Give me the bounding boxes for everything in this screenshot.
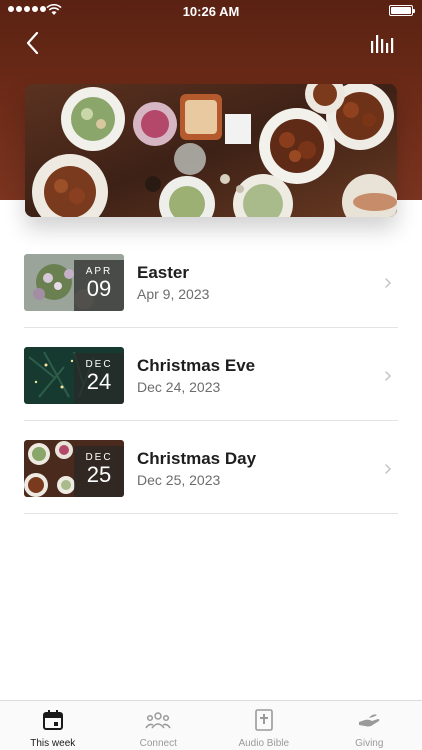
back-chevron-icon[interactable]	[22, 30, 46, 56]
date-badge: APR 09	[74, 260, 124, 311]
status-time: 10:26 AM	[182, 4, 240, 19]
chevron-right-icon	[385, 464, 392, 474]
tab-connect[interactable]: Connect	[106, 701, 212, 750]
people-icon	[145, 712, 171, 729]
bar-chart-icon[interactable]	[370, 32, 396, 54]
event-title: Easter	[137, 263, 189, 282]
tab-label: Audio Bible	[238, 738, 290, 749]
tab-bar: This week Connect Audio Bible Giving	[0, 700, 422, 750]
event-row-christmas-eve[interactable]: DEC 24 Christmas Eve Dec 24, 2023	[24, 328, 398, 421]
calendar-icon	[42, 710, 63, 730]
tab-label: This week	[30, 738, 76, 749]
giving-hand-icon	[359, 714, 380, 727]
event-row-christmas-day[interactable]: DEC 25 Christmas Day Dec 25, 2023	[24, 421, 398, 514]
badge-day: 09	[86, 276, 112, 301]
battery-icon	[389, 5, 415, 16]
event-date: Dec 24, 2023	[137, 379, 221, 395]
tab-this-week[interactable]: This week	[0, 701, 106, 750]
chevron-right-icon	[385, 278, 392, 288]
status-bar: 10:26 AM	[0, 0, 422, 22]
tab-label: Connect	[139, 738, 177, 749]
event-thumbnail: DEC 24	[24, 347, 124, 404]
date-badge: DEC 25	[74, 446, 124, 497]
event-row-easter[interactable]: APR 09 Easter Apr 9, 2023	[24, 235, 398, 328]
tab-giving[interactable]: Giving	[317, 701, 422, 750]
date-badge: DEC 24	[74, 353, 124, 404]
bible-icon	[254, 709, 273, 731]
hero-image	[25, 84, 397, 217]
badge-day: 25	[86, 462, 112, 487]
event-list: APR 09 Easter Apr 9, 2023 DEC 24 Christm…	[24, 235, 398, 514]
chevron-right-icon	[385, 371, 392, 381]
event-title: Christmas Day	[137, 449, 257, 468]
badge-day: 24	[86, 369, 112, 394]
tab-label: Giving	[355, 738, 384, 749]
event-title: Christmas Eve	[137, 356, 256, 375]
event-date: Apr 9, 2023	[137, 286, 210, 302]
event-thumbnail: APR 09	[24, 254, 124, 311]
event-thumbnail: DEC 25	[24, 440, 124, 497]
tab-audio-bible[interactable]: Audio Bible	[211, 701, 317, 750]
event-date: Dec 25, 2023	[137, 472, 221, 488]
